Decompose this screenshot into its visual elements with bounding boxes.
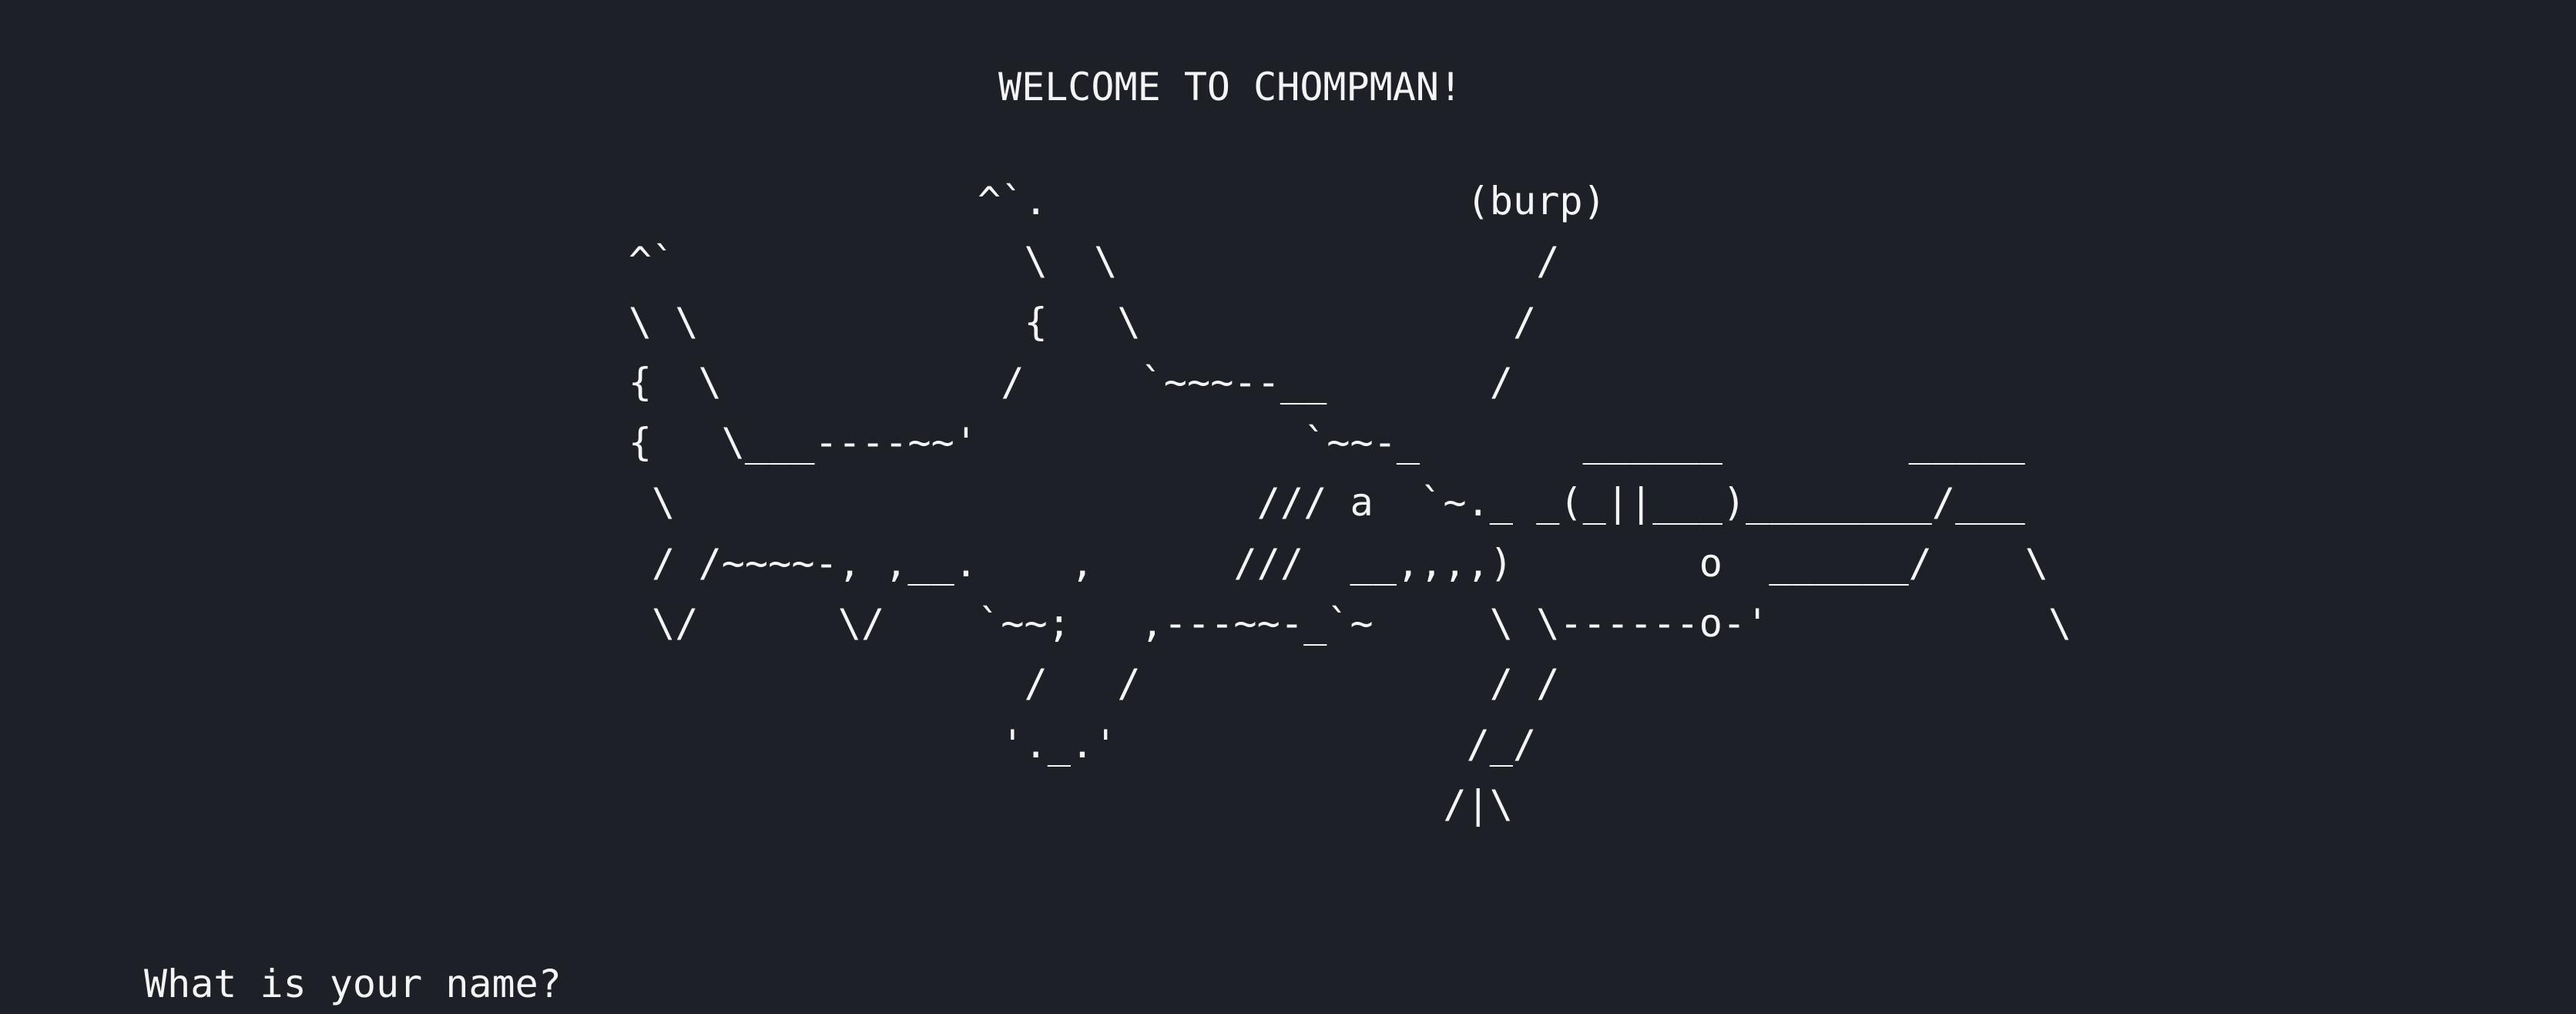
welcome-banner: WELCOME TO CHOMPMAN! [998, 65, 1463, 109]
ascii-art-chompman: ^`. (burp) ^` \ \ / \ \ { \ / { \ / `~~~… [628, 178, 2072, 827]
name-prompt: What is your name? [144, 962, 562, 1006]
terminal-window: WELCOME TO CHOMPMAN! ^`. (burp) ^` \ \ /… [0, 0, 2576, 1006]
